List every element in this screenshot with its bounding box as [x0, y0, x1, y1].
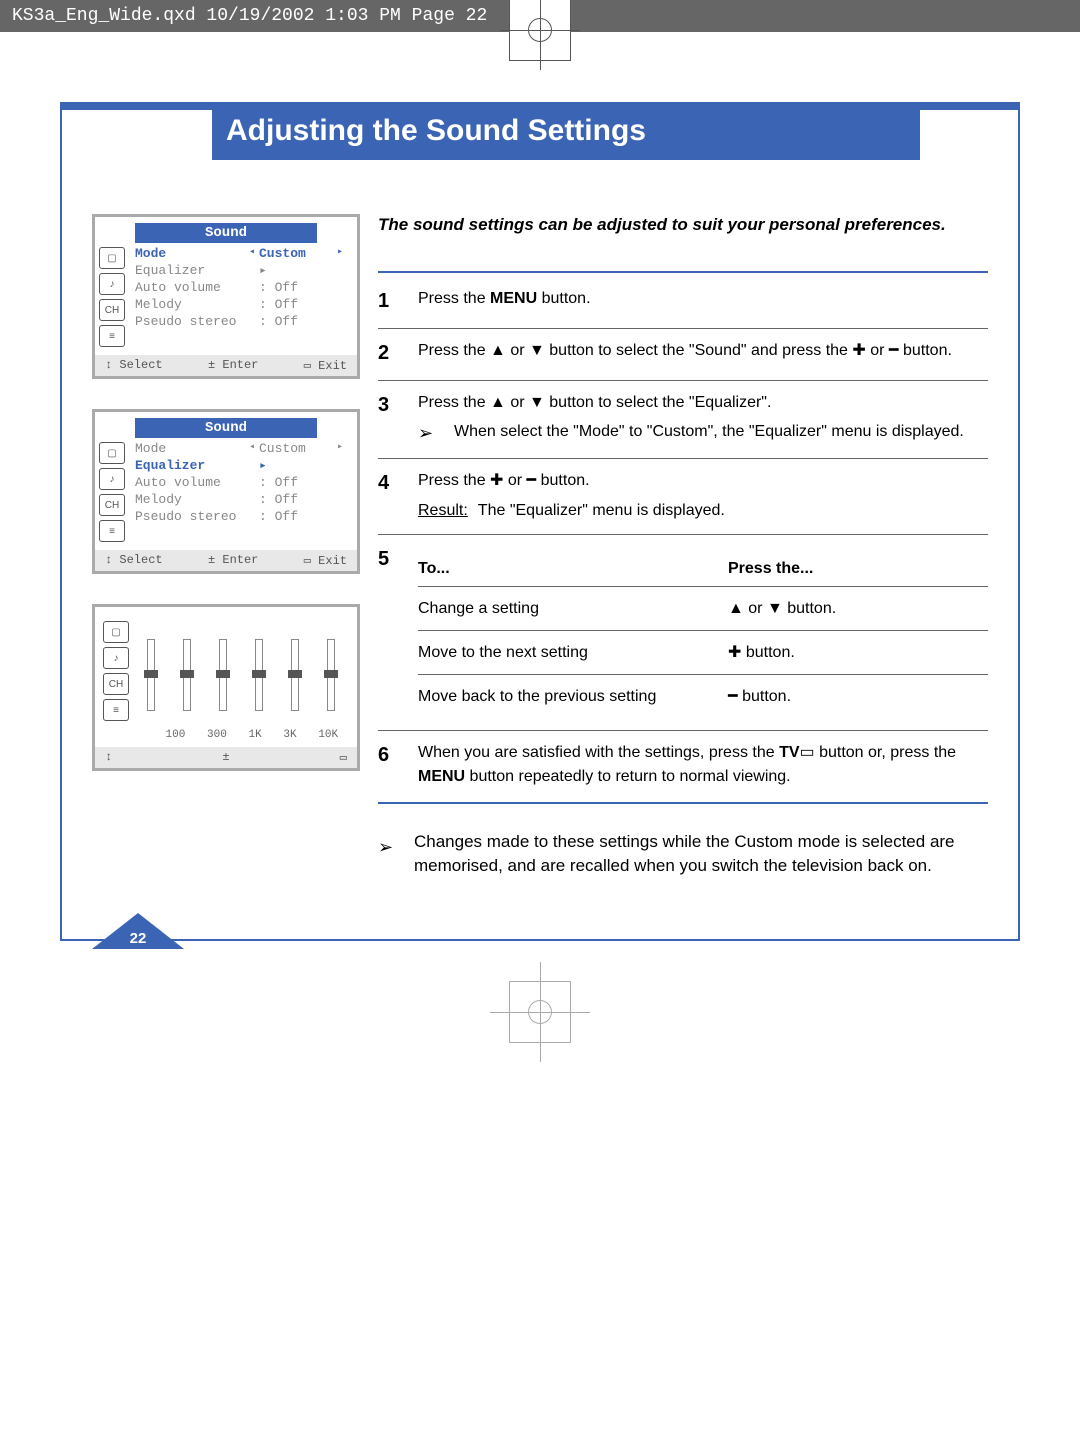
osd-row-autovol: Auto volume: Off	[129, 474, 357, 491]
osd-side-icons: ▢♪CH≡	[103, 621, 133, 725]
osd-row-melody: Melody: Off	[129, 296, 357, 313]
osd-side-icons: ▢♪CH≡	[95, 438, 129, 550]
pointer-icon	[418, 420, 454, 446]
eq-band-labels: 1003001K3K10K	[133, 729, 349, 741]
osd-title: Sound	[135, 418, 317, 438]
osd-side-icons: ▢♪CH≡	[95, 243, 129, 355]
crop-mark-bottom	[509, 981, 571, 1043]
osd-row-equalizer: Equalizer▸	[129, 262, 357, 279]
osd-footer: ↕±▭	[95, 747, 357, 768]
pointer-icon	[378, 830, 414, 879]
osd-row-mode: Mode◂Custom▸	[129, 440, 357, 457]
step-6: 6 When you are satisfied with the settin…	[378, 730, 988, 803]
intro-text: The sound settings can be adjusted to su…	[378, 214, 988, 237]
osd-footer: ↕ Select± Enter▭ Exit	[95, 355, 357, 376]
page-frame: Adjusting the Sound Settings Sound ▢♪CH≡…	[60, 102, 1020, 941]
osd-row-pseudo: Pseudo stereo: Off	[129, 508, 357, 525]
step-5: 5 To...Press the... Change a setting▲ or…	[378, 534, 988, 731]
step-4: 4 Press the ✚ or ━ button. Result:The "E…	[378, 458, 988, 533]
note: Changes made to these settings while the…	[378, 830, 988, 879]
osd-row-autovol: Auto volume: Off	[129, 279, 357, 296]
left-column: Sound ▢♪CH≡ Mode◂Custom▸ Equalizer▸ Auto…	[92, 214, 360, 879]
filename-info: KS3a_Eng_Wide.qxd 10/19/2002 1:03 PM Pag…	[12, 6, 487, 26]
right-column: The sound settings can be adjusted to su…	[378, 214, 988, 879]
crop-mark-top	[509, 0, 571, 61]
step-2: 2 Press the ▲ or ▼ button to select the …	[378, 328, 988, 380]
osd-row-mode: Mode◂Custom▸	[129, 245, 357, 262]
osd-row-melody: Melody: Off	[129, 491, 357, 508]
osd-row-pseudo: Pseudo stereo: Off	[129, 313, 357, 330]
osd-sound-mode: Sound ▢♪CH≡ Mode◂Custom▸ Equalizer▸ Auto…	[92, 214, 360, 379]
eq-sliders	[133, 621, 349, 711]
step-1: 1 Press the MENU button.	[378, 273, 988, 328]
osd-sound-equalizer: Sound ▢♪CH≡ Mode◂Custom▸ Equalizer▸ Auto…	[92, 409, 360, 574]
osd-row-equalizer: Equalizer▸	[129, 457, 357, 474]
osd-equalizer-graphic: ▢♪CH≡ 1003001	[92, 604, 360, 771]
steps-list: 1 Press the MENU button. 2 Press the ▲ o…	[378, 271, 988, 804]
page-number-badge: 22	[92, 913, 184, 949]
action-table: To...Press the... Change a setting▲ or ▼…	[418, 551, 988, 719]
page-title: Adjusting the Sound Settings	[212, 104, 920, 160]
osd-title: Sound	[135, 223, 317, 243]
step-3: 3 Press the ▲ or ▼ button to select the …	[378, 380, 988, 458]
osd-footer: ↕ Select± Enter▭ Exit	[95, 550, 357, 571]
